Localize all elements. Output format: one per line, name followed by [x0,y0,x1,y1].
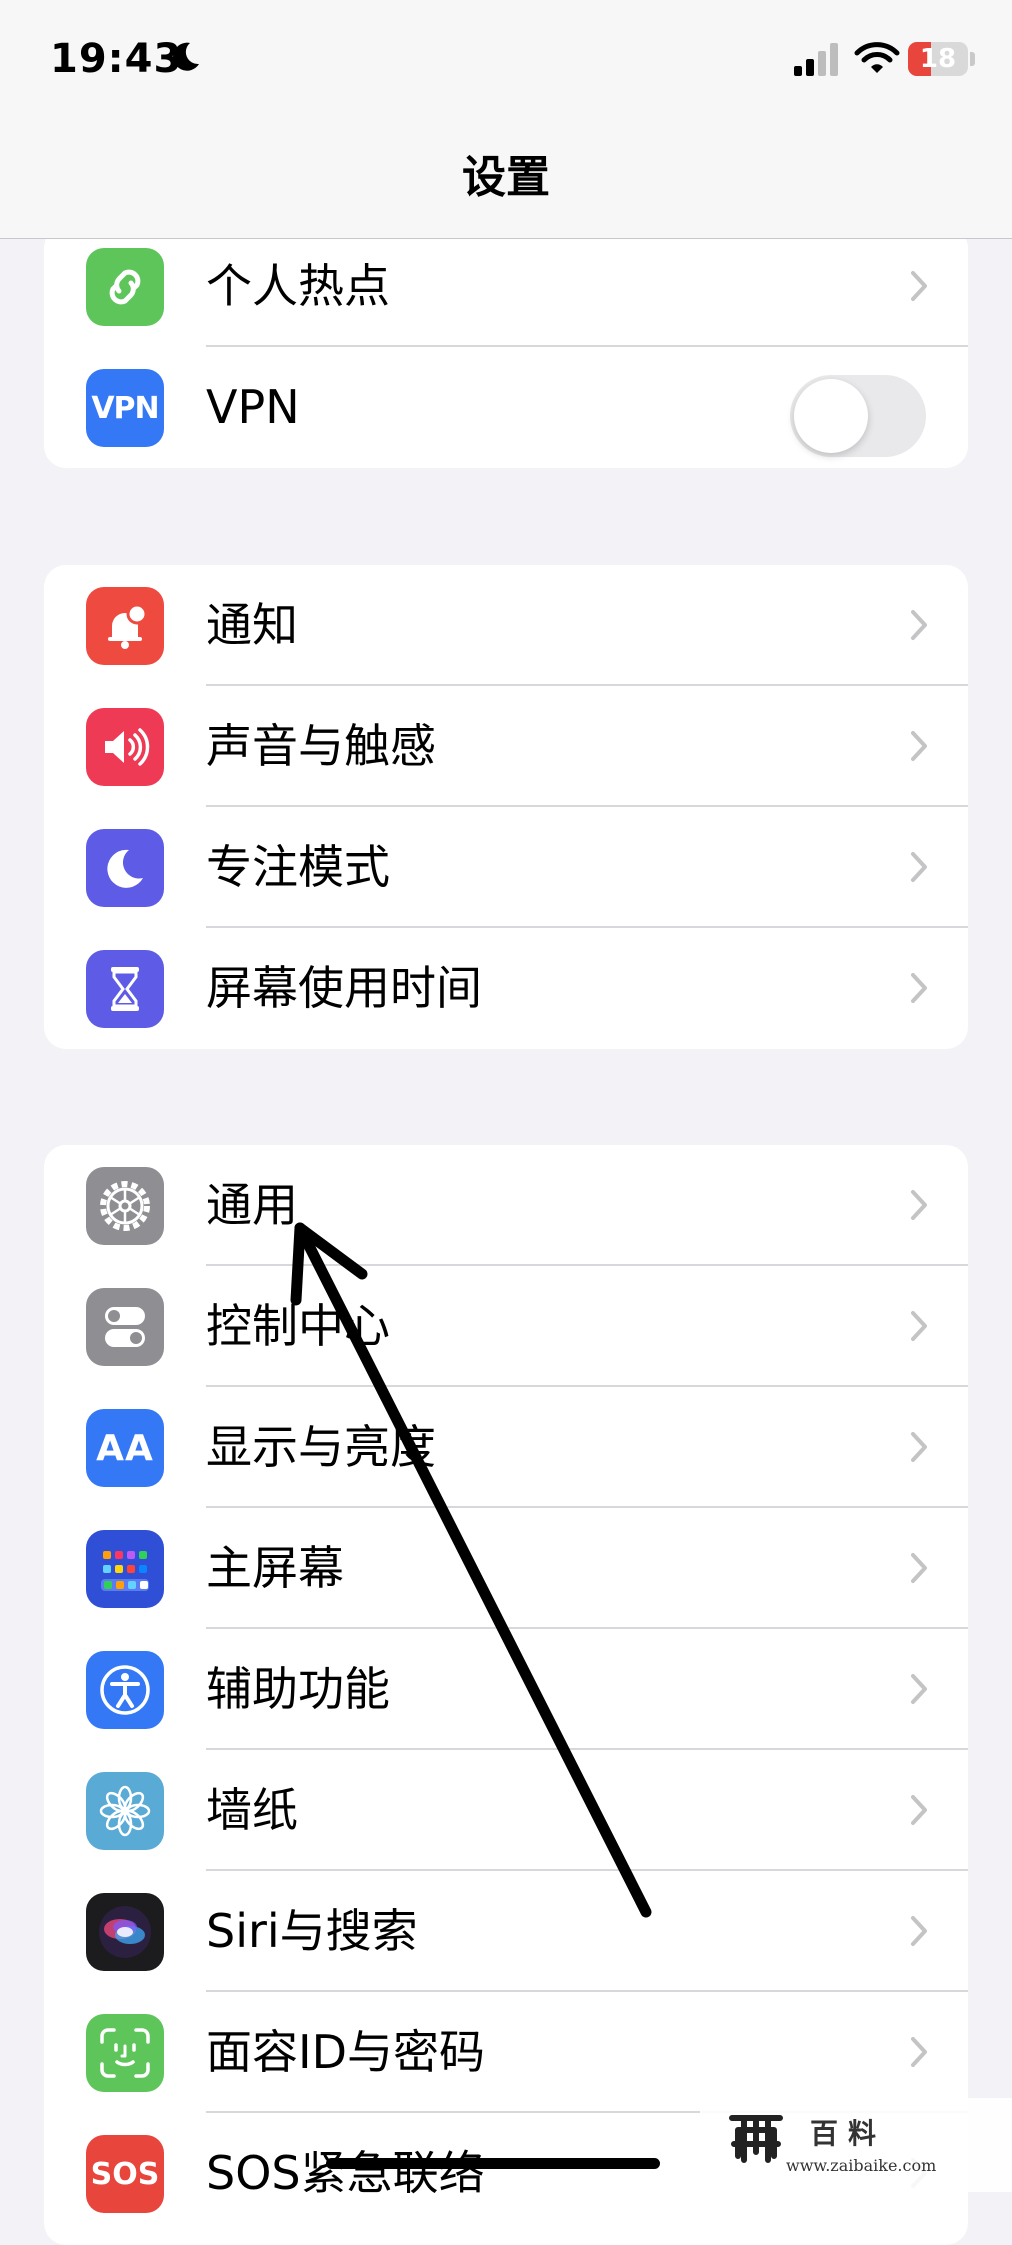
emergency-sos-icon: SOS [86,2135,164,2213]
vpn-toggle[interactable] [790,375,926,457]
row-vpn: VPN VPN [44,347,968,468]
row-wallpaper[interactable]: 墙纸 [44,1750,968,1871]
top-bar: 19:43 18 设置 [0,0,1012,239]
row-display-brightness[interactable]: AA 显示与亮度 [44,1387,968,1508]
focus-moon-icon [86,829,164,907]
wifi-icon [854,42,900,73]
row-label: 辅助功能 [206,1662,390,1716]
row-notifications[interactable]: 通知 [44,565,968,686]
notifications-icon [86,587,164,665]
general-gear-icon [86,1167,164,1245]
toggle-knob [794,379,868,453]
battery-level: 18 [919,44,957,74]
row-label: 主屏幕 [206,1541,344,1595]
display-icon-text: AA [96,1427,154,1469]
chevron-right-icon [911,1553,927,1583]
row-label: 通知 [206,598,298,652]
accessibility-icon [86,1651,164,1729]
personal-hotspot-icon [86,248,164,326]
chevron-right-icon [911,271,927,301]
row-sounds-haptics[interactable]: 声音与触感 [44,686,968,807]
row-accessibility[interactable]: 辅助功能 [44,1629,968,1750]
watermark-title: 百料 [810,2117,887,2150]
control-center-icon [86,1288,164,1366]
settings-group-network: 个人热点 VPN VPN [44,226,968,468]
page-title: 设置 [462,152,550,203]
chevron-right-icon [911,1432,927,1462]
chevron-right-icon [911,1795,927,1825]
row-label: 面容ID与密码 [206,2025,485,2079]
row-personal-hotspot[interactable]: 个人热点 [44,226,968,347]
row-label: SOS紧急联络 [206,2146,485,2200]
settings-group-notifications: 通知 声音与触感 专注模式 屏幕使用时间 [44,565,968,1049]
row-general[interactable]: 通用 [44,1145,968,1266]
vpn-icon: VPN [86,369,164,447]
watermark-url: www.zaibaike.com [786,2156,937,2175]
chevron-right-icon [911,1674,927,1704]
row-home-screen[interactable]: 主屏幕 [44,1508,968,1629]
chevron-right-icon [911,1190,927,1220]
row-face-id-passcode[interactable]: 面容ID与密码 [44,1992,968,2113]
home-indicator[interactable] [326,2158,660,2169]
row-label: 专注模式 [206,840,390,894]
row-label: 墙纸 [206,1783,298,1837]
screen-time-hourglass-icon [86,950,164,1028]
chevron-right-icon [911,973,927,1003]
home-screen-icon [86,1530,164,1608]
row-label: VPN [206,380,300,434]
row-screen-time[interactable]: 屏幕使用时间 [44,928,968,1049]
watermark: 百料 www.zaibaike.com [700,2098,1012,2192]
cellular-signal-icon [794,43,838,76]
chevron-right-icon [911,852,927,882]
settings-group-general: 通用 控制中心 AA 显示与亮度 主屏幕 辅助功能 墙纸 Siri与搜索 面容I… [44,1145,968,2245]
sos-icon-text: SOS [90,2156,160,2192]
row-label: Siri与搜索 [206,1904,418,1958]
row-control-center[interactable]: 控制中心 [44,1266,968,1387]
battery-icon: 18 [908,42,968,76]
row-label: 通用 [206,1178,298,1232]
watermark-logo-icon [729,2115,783,2163]
row-label: 屏幕使用时间 [206,961,482,1015]
chevron-right-icon [911,1916,927,1946]
chevron-right-icon [911,2037,927,2067]
row-focus[interactable]: 专注模式 [44,807,968,928]
chevron-right-icon [911,731,927,761]
siri-icon [86,1893,164,1971]
sounds-haptics-icon [86,708,164,786]
status-time: 19:43 [50,36,183,82]
moon-icon [173,42,199,71]
row-label: 个人热点 [206,259,390,313]
vpn-icon-text: VPN [91,390,159,426]
row-label: 控制中心 [206,1299,390,1353]
row-label: 显示与亮度 [206,1420,436,1474]
face-id-icon [86,2014,164,2092]
wallpaper-flower-icon [86,1772,164,1850]
chevron-right-icon [911,1311,927,1341]
row-siri-search[interactable]: Siri与搜索 [44,1871,968,1992]
row-label: 声音与触感 [206,719,436,773]
battery-nub [970,52,975,66]
display-brightness-icon: AA [86,1409,164,1487]
chevron-right-icon [911,610,927,640]
